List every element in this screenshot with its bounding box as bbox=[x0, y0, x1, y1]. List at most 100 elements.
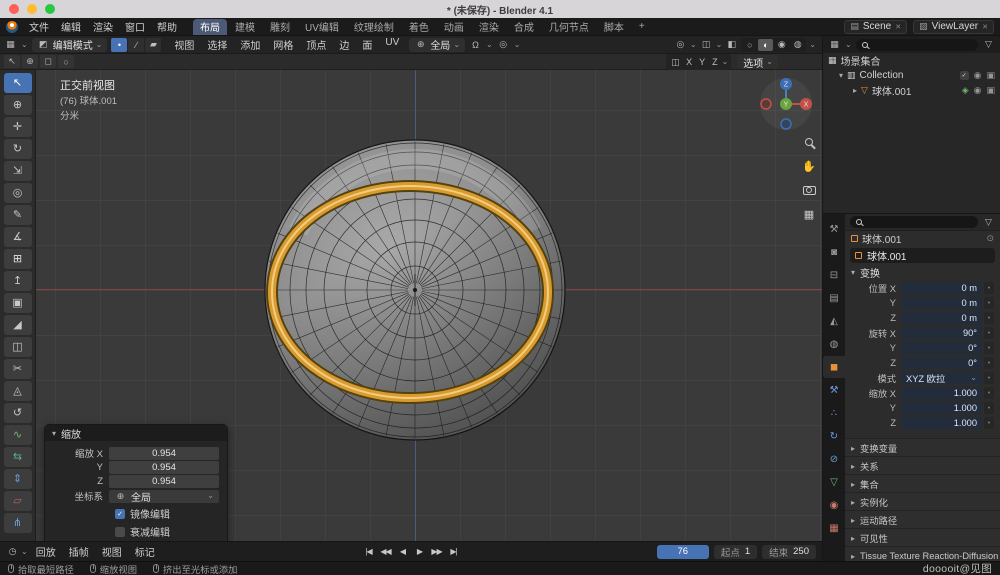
select-mode-button[interactable]: ▰ bbox=[145, 38, 161, 52]
viewport-3d[interactable]: 正交前视图 (76) 球体.001 分米 Z X Y ✋ ▦ bbox=[36, 70, 822, 541]
workspace-tab[interactable]: 渲染 bbox=[472, 19, 506, 35]
overlays-chevron-icon[interactable] bbox=[716, 41, 723, 49]
playback-button[interactable]: ▶ bbox=[412, 545, 427, 559]
properties-tab[interactable]: ◭ bbox=[823, 310, 845, 332]
animate-decorator[interactable] bbox=[984, 372, 994, 385]
minimize-window-button[interactable] bbox=[27, 4, 37, 14]
outliner-search-input[interactable] bbox=[856, 39, 978, 51]
tool-button[interactable]: ↥ bbox=[4, 271, 32, 291]
shading-mode-button[interactable]: ◍ bbox=[790, 39, 805, 51]
camera-view-icon[interactable] bbox=[800, 182, 818, 198]
hide-eye-icon[interactable]: ◉ bbox=[974, 70, 982, 81]
workspace-tab[interactable]: UV编辑 bbox=[298, 19, 346, 35]
overlays-icon[interactable]: ◫ bbox=[700, 38, 713, 52]
expand-arrow-icon[interactable] bbox=[853, 85, 857, 96]
xray-toggle-icon[interactable]: ◧ bbox=[725, 38, 738, 52]
outliner-row-scene-collection[interactable]: ▦ 场景集合 bbox=[823, 53, 1000, 68]
orientation-select[interactable]: ⊕ 全局 bbox=[109, 490, 219, 503]
properties-tab[interactable]: ⚒ bbox=[823, 218, 845, 240]
scale-value-field[interactable]: 0.954 bbox=[109, 461, 219, 474]
mode-dropdown[interactable]: ◩ 编辑模式 bbox=[32, 38, 108, 52]
workspace-tab[interactable]: 合成 bbox=[507, 19, 541, 35]
viewport-menu-item[interactable]: 边 bbox=[333, 36, 355, 53]
animate-decorator[interactable] bbox=[984, 327, 994, 340]
value-field[interactable]: 1.000 bbox=[901, 417, 982, 430]
tool-button[interactable]: ↺ bbox=[4, 403, 32, 423]
workspace-tab[interactable]: 动画 bbox=[437, 19, 471, 35]
animate-decorator[interactable] bbox=[984, 282, 994, 295]
properties-section-header[interactable]: 集合 bbox=[845, 474, 1000, 492]
tool-button[interactable]: ✂ bbox=[4, 359, 32, 379]
outliner-row-collection[interactable]: ▥ Collection ◉ ▣ bbox=[823, 68, 1000, 83]
menu-item[interactable]: 渲染 bbox=[87, 18, 119, 35]
gizmo-chevron-icon[interactable] bbox=[690, 41, 697, 49]
properties-tab[interactable]: ◉ bbox=[823, 494, 845, 516]
mirror-x-toggle[interactable]: X bbox=[683, 57, 695, 67]
select-mode-button[interactable]: ∕ bbox=[128, 38, 144, 52]
tool-button[interactable]: ∡ bbox=[4, 227, 32, 247]
playback-button[interactable]: ◀ bbox=[395, 545, 410, 559]
frame-start-field[interactable]: 起点 1 bbox=[714, 545, 757, 559]
value-field[interactable]: 0 m bbox=[901, 282, 982, 295]
mirror-z-toggle[interactable]: Z bbox=[709, 57, 721, 67]
playback-button[interactable]: ▶▶ bbox=[429, 545, 444, 559]
value-field[interactable]: 90° bbox=[901, 327, 982, 340]
tool-button[interactable]: ◫ bbox=[4, 337, 32, 357]
animate-decorator[interactable] bbox=[984, 417, 994, 430]
tool-button[interactable]: ⋔ bbox=[4, 513, 32, 533]
filter-funnel-icon[interactable]: ▽ bbox=[982, 215, 995, 229]
animate-decorator[interactable] bbox=[984, 342, 994, 355]
workspace-tab[interactable]: 建模 bbox=[228, 19, 262, 35]
tool-button[interactable]: ⊕ bbox=[4, 95, 32, 115]
properties-tab[interactable]: ▤ bbox=[823, 287, 845, 309]
playback-button[interactable]: ▶| bbox=[446, 545, 461, 559]
animate-decorator[interactable] bbox=[984, 387, 994, 400]
close-window-button[interactable] bbox=[9, 4, 19, 14]
snap-magnet-icon[interactable]: Ω bbox=[469, 38, 482, 52]
workspace-tab[interactable]: 布局 bbox=[193, 19, 227, 35]
workspace-tab[interactable]: 着色 bbox=[402, 19, 436, 35]
tool-button[interactable]: ⇕ bbox=[4, 469, 32, 489]
ortho-grid-icon[interactable]: ▦ bbox=[800, 206, 818, 222]
timeline-menu-item[interactable]: 标记 bbox=[129, 543, 161, 560]
viewport-menu-item[interactable]: 顶点 bbox=[300, 36, 332, 53]
filter-funnel-icon[interactable]: ▽ bbox=[982, 38, 995, 52]
tool-button[interactable]: ⇆ bbox=[4, 447, 32, 467]
pin-icon[interactable]: ⊙ bbox=[986, 233, 994, 244]
object-name-field[interactable]: 球体.001 bbox=[850, 248, 995, 263]
tool-setting-icon[interactable]: ⊕ bbox=[22, 55, 38, 68]
menu-item[interactable]: 文件 bbox=[23, 18, 55, 35]
outliner-row-sphere-object[interactable]: ▽ 球体.001 ◈ ◉ ▣ bbox=[823, 83, 1000, 98]
transform-section-header[interactable]: 变换 bbox=[845, 265, 1000, 280]
timeline-menu-item[interactable]: 视图 bbox=[96, 543, 128, 560]
workspace-tab[interactable]: + bbox=[632, 19, 652, 35]
menu-item[interactable]: 窗口 bbox=[119, 18, 151, 35]
pan-hand-icon[interactable]: ✋ bbox=[800, 158, 818, 174]
collection-checkbox[interactable] bbox=[960, 71, 969, 80]
timeline-menu-item[interactable]: 回放 bbox=[30, 543, 62, 560]
select-mode-button[interactable]: • bbox=[111, 38, 127, 52]
navigation-gizmo[interactable]: Z X Y bbox=[758, 76, 814, 132]
menu-item[interactable]: 帮助 bbox=[151, 18, 183, 35]
properties-section-header[interactable]: 运动路径 bbox=[845, 510, 1000, 528]
animate-decorator[interactable] bbox=[984, 312, 994, 325]
playback-button[interactable]: |◀ bbox=[361, 545, 376, 559]
disable-render-icon[interactable]: ▣ bbox=[986, 70, 995, 81]
hide-eye-icon[interactable]: ◉ bbox=[974, 85, 982, 96]
properties-tab[interactable]: ↻ bbox=[823, 425, 845, 447]
shading-chevron-icon[interactable] bbox=[809, 41, 816, 49]
viewport-menu-item[interactable]: UV bbox=[379, 36, 405, 53]
workspace-tab[interactable]: 纹理绘制 bbox=[347, 19, 401, 35]
viewport-menu-item[interactable]: 添加 bbox=[234, 36, 266, 53]
properties-tab[interactable]: ⊘ bbox=[823, 448, 845, 470]
mirror-y-toggle[interactable]: Y bbox=[696, 57, 708, 67]
maximize-window-button[interactable] bbox=[45, 4, 55, 14]
frame-end-field[interactable]: 结束 250 bbox=[762, 545, 816, 559]
tool-button[interactable]: ✎ bbox=[4, 205, 32, 225]
properties-section-header[interactable]: 可见性 bbox=[845, 528, 1000, 546]
value-field[interactable]: XYZ 欧拉 bbox=[901, 372, 982, 385]
properties-tab[interactable]: ▦ bbox=[823, 517, 845, 539]
tool-button[interactable]: ◢ bbox=[4, 315, 32, 335]
mirror-chevron-icon[interactable] bbox=[722, 58, 729, 66]
shading-mode-button[interactable]: ◐ bbox=[758, 39, 773, 51]
